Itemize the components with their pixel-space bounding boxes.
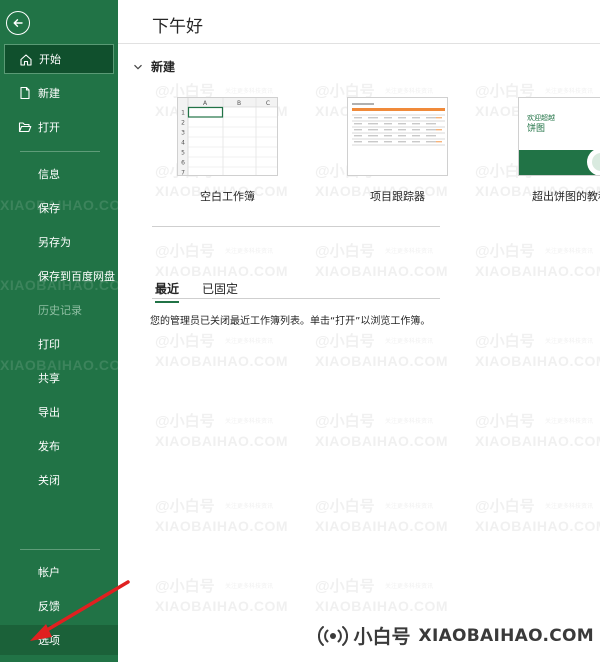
brand-name-en: XIAOBAIHAO.COM [418,625,594,646]
red-arrow-annotation [30,580,130,641]
broadcast-icon [317,625,348,646]
brand-logo: 小白号 XIAOBAIHAO.COM [317,622,594,649]
brand-name-cn: 小白号 [353,626,411,648]
